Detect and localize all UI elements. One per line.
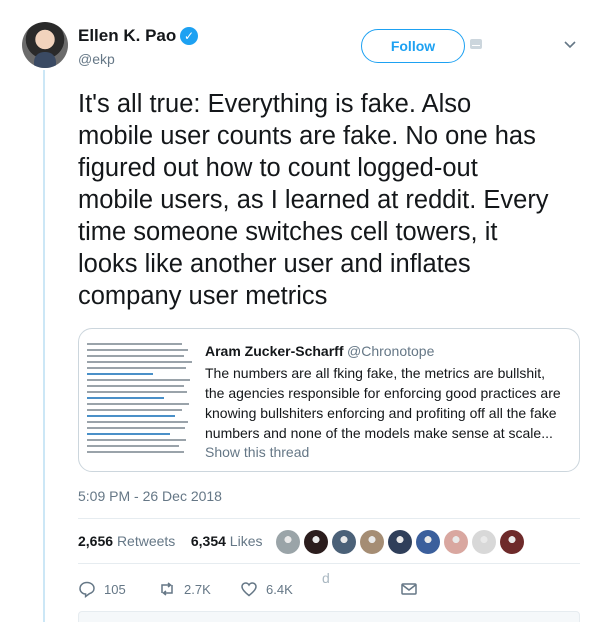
stray-character: d	[322, 570, 330, 586]
user-handle[interactable]: @ekp	[78, 51, 115, 67]
liker-avatar[interactable]	[332, 530, 356, 554]
retweets-count[interactable]: 2,656	[78, 533, 113, 549]
quoted-tweet-card[interactable]: Aram Zucker-Scharff @Chronotope The numb…	[78, 328, 580, 472]
quoted-author-name[interactable]: Aram Zucker-Scharff	[205, 343, 344, 359]
verified-badge-icon: ✓	[180, 27, 198, 45]
chevron-down-icon[interactable]	[563, 38, 577, 52]
user-name[interactable]: Ellen K. Pao	[78, 26, 176, 46]
quoted-tweet-thumbnail	[87, 343, 197, 459]
retweet-icon	[158, 580, 176, 598]
likes-label[interactable]: Likes	[230, 533, 263, 549]
tweet-header: Ellen K. Pao ✓ @ekp Follow	[0, 0, 608, 80]
engagement-stats: 2,656 Retweets 6,354 Likes	[78, 533, 262, 549]
liker-avatar[interactable]	[304, 530, 328, 554]
retweets-label[interactable]: Retweets	[117, 533, 175, 549]
liker-avatars	[276, 530, 528, 556]
follow-button[interactable]: Follow	[361, 29, 465, 63]
like-count: 6.4K	[266, 581, 293, 597]
envelope-icon	[400, 580, 418, 598]
tweet-timestamp[interactable]: 5:09 PM - 26 Dec 2018	[78, 488, 222, 504]
retweet-button[interactable]: 2.7K	[158, 578, 211, 600]
liker-avatar[interactable]	[416, 530, 440, 554]
heart-icon	[240, 580, 258, 598]
reply-button[interactable]: 105	[78, 578, 126, 600]
liker-avatar[interactable]	[500, 530, 524, 554]
quoted-author-handle[interactable]: @Chronotope	[347, 343, 434, 359]
avatar[interactable]	[22, 22, 68, 68]
direct-message-icon[interactable]	[470, 39, 482, 49]
liker-avatar[interactable]	[472, 530, 496, 554]
quoted-tweet-text: The numbers are all fking fake, the metr…	[205, 365, 561, 441]
reply-compose-box[interactable]	[78, 611, 580, 622]
show-thread-link[interactable]: Show this thread	[205, 444, 309, 460]
tweet-text: It's all true: Everything is fake. Also …	[78, 90, 549, 310]
direct-message-button[interactable]	[400, 578, 426, 600]
liker-avatar[interactable]	[276, 530, 300, 554]
divider	[78, 518, 580, 519]
liker-avatar[interactable]	[360, 530, 384, 554]
like-button[interactable]: 6.4K	[240, 578, 293, 600]
divider	[78, 563, 580, 564]
reply-count: 105	[104, 581, 126, 597]
thread-line	[43, 70, 45, 622]
retweet-count: 2.7K	[184, 581, 211, 597]
likes-count[interactable]: 6,354	[191, 533, 226, 549]
liker-avatar[interactable]	[444, 530, 468, 554]
reply-icon	[78, 580, 96, 598]
liker-avatar[interactable]	[388, 530, 412, 554]
